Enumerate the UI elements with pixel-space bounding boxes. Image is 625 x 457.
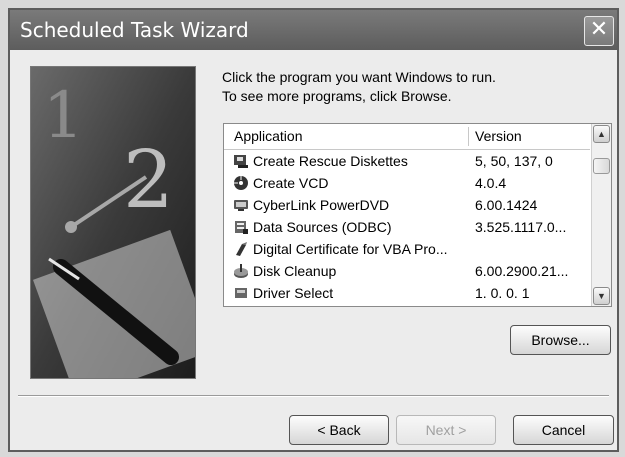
instruction-line-2: To see more programs, click Browse.	[222, 88, 452, 104]
list-item[interactable]: CyberLink PowerDVD 6.00.1424	[224, 194, 590, 216]
app-name: Create VCD	[253, 175, 329, 191]
title-bar[interactable]: Scheduled Task Wizard ✕	[10, 10, 617, 50]
scroll-up-icon[interactable]: ▲	[593, 125, 610, 143]
dvd-player-icon	[234, 200, 248, 211]
app-version: 6.00.1424	[475, 197, 538, 213]
instructions: Click the program you want Windows to ru…	[222, 68, 582, 106]
svg-text:1: 1	[43, 79, 84, 153]
app-version: 1. 0. 0. 1	[475, 285, 530, 301]
app-name: Driver Select	[253, 285, 334, 301]
app-name: Create Rescue Diskettes	[253, 153, 408, 169]
list-item[interactable]: Driver Select 1. 0. 0. 1	[224, 282, 590, 304]
back-button[interactable]: < Back	[289, 415, 389, 445]
app-name: CyberLink PowerDVD	[253, 197, 390, 213]
app-name: Data Sources (ODBC)	[253, 219, 392, 235]
certificate-icon	[236, 242, 247, 256]
app-version: 3.525.1117.0...	[475, 219, 567, 235]
divider	[18, 395, 609, 397]
window-title: Scheduled Task Wizard	[20, 18, 249, 42]
list-item[interactable]: Create Rescue Diskettes 5, 50, 137, 0	[224, 150, 590, 172]
wizard-image: 1 2	[30, 66, 196, 379]
list-item[interactable]: Disk Cleanup 6.00.2900.21...	[224, 260, 590, 282]
list-item[interactable]: Digital Certificate for VBA Pro...	[224, 238, 590, 260]
driver-icon	[235, 288, 247, 298]
rescue-diskettes-icon	[234, 155, 248, 168]
column-header-application[interactable]: Application	[234, 124, 303, 149]
scroll-thumb[interactable]	[593, 158, 610, 174]
list-item[interactable]: Data Sources (ODBC) 3.525.1117.0...	[224, 216, 590, 238]
next-button[interactable]: Next >	[396, 415, 496, 445]
scroll-down-icon[interactable]: ▼	[593, 287, 610, 305]
app-name: Digital Certificate for VBA Pro...	[253, 241, 448, 257]
app-version: 6.00.2900.21...	[475, 263, 569, 279]
instruction-line-1: Click the program you want Windows to ru…	[222, 69, 496, 85]
close-icon[interactable]: ✕	[584, 16, 614, 46]
list-scrollbar[interactable]: ▲ ▼	[591, 124, 611, 306]
list-header: Application Version	[224, 124, 590, 150]
app-version: 5, 50, 137, 0	[475, 153, 553, 169]
list-item[interactable]: Create VCD 4.0.4	[224, 172, 590, 194]
wizard-window: Scheduled Task Wizard ✕ 1 2 Click the pr…	[8, 8, 619, 452]
column-header-version[interactable]: Version	[475, 124, 522, 149]
application-list[interactable]: Application Version Create Rescue Disket…	[223, 123, 612, 307]
vcd-disc-icon	[234, 176, 248, 190]
database-icon	[235, 221, 248, 234]
svg-text:2: 2	[123, 133, 174, 226]
browse-button[interactable]: Browse...	[510, 325, 611, 355]
app-version: 4.0.4	[475, 175, 507, 191]
disk-cleanup-icon	[234, 264, 248, 278]
app-name: Disk Cleanup	[253, 263, 337, 279]
list-rows: Create Rescue Diskettes 5, 50, 137, 0 Cr…	[224, 150, 590, 304]
cancel-button[interactable]: Cancel	[513, 415, 614, 445]
column-divider[interactable]	[468, 127, 469, 146]
